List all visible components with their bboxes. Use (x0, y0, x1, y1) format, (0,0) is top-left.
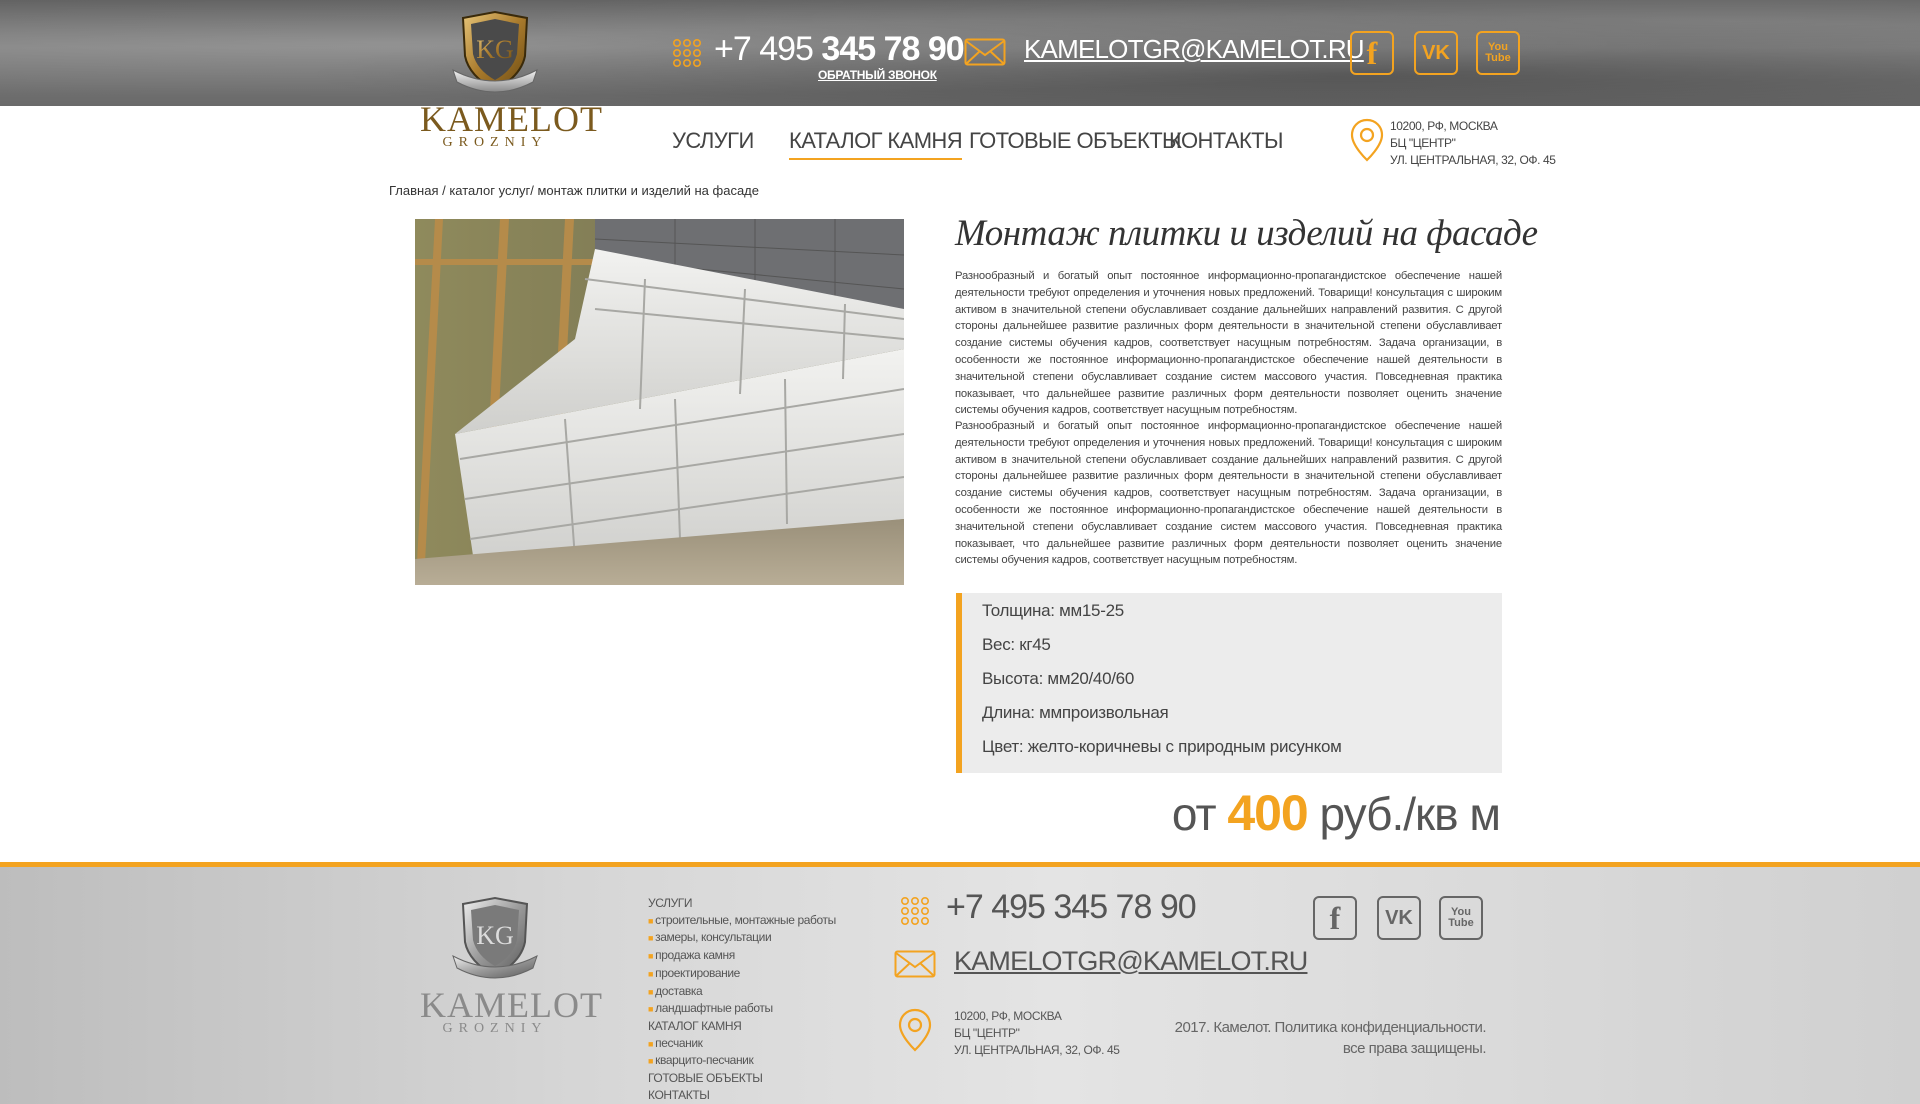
spec-length: Длина: ммпроизвольная (982, 703, 1169, 722)
footer-address-line-3: УЛ. ЦЕНТРАЛЬНАЯ, 32, ОФ. 45 (954, 1043, 1120, 1057)
copyright-line-2: все права защищены. (1342, 1040, 1487, 1057)
footer-logo[interactable]: KG KAMELOT GROZNIY (420, 896, 603, 1036)
shield-logo-icon: KG (449, 896, 541, 982)
phone-main: 345 78 90 (821, 30, 964, 68)
product-title: Монтаж плитки и изделий на фасаде (955, 213, 1538, 254)
footer-link-construction[interactable]: строительные, монтажные работы (648, 912, 836, 930)
footer-logo-name: KAMELOT (420, 985, 603, 1025)
footer-link-catalog[interactable]: КАТАЛОГ КАМНЯ (648, 1018, 836, 1035)
footer-address-line-1: 10200, РФ, МОСКВА (954, 1009, 1062, 1023)
youtube-icon[interactable]: You Tube (1476, 31, 1520, 75)
dialpad-icon (900, 896, 929, 925)
callback-link[interactable]: ОБРАТНЫЙ ЗВОНОК (818, 68, 937, 82)
price: от 400 руб./кв м (1171, 784, 1501, 842)
spec-color: Цвет: желто-коричневы с природным рисунк… (982, 737, 1342, 756)
footer-link-landscape[interactable]: ландшафтные работы (648, 1000, 836, 1018)
vk-icon[interactable]: VK (1414, 31, 1458, 75)
phone-number[interactable]: +7 495 345 78 90 (714, 30, 965, 69)
footer-link-quartzite-sandstone[interactable]: кварцито-песчаник (648, 1052, 836, 1070)
email-link[interactable]: KAMELOTGR@KAMELOT.RU (1024, 34, 1365, 65)
phone-prefix: +7 495 (714, 30, 822, 68)
shield-logo-icon: KG (449, 10, 541, 96)
footer-link-measurements[interactable]: замеры, консультации (648, 929, 836, 947)
youtube-icon[interactable]: You Tube (1439, 896, 1483, 940)
product-photo (415, 219, 904, 585)
footer-link-stone-sale[interactable]: продажа камня (648, 947, 836, 965)
footer-phone-number[interactable]: +7 495 345 78 90 (946, 888, 1197, 927)
nav-stone-catalog[interactable]: КАТАЛОГ КАМНЯ (789, 128, 963, 160)
product-description-1: Разнообразный и богатый опыт постоянное … (955, 270, 1502, 417)
footer-link-ready-objects[interactable]: ГОТОВЫЕ ОБЪЕКТЫ (648, 1070, 836, 1087)
breadcrumb[interactable]: Главная / каталог услуг/ монтаж плитки и… (389, 183, 759, 198)
youtube-label-bottom: Tube (1448, 917, 1474, 929)
spec-height: Высота: мм20/40/60 (982, 669, 1134, 688)
price-prefix: от (1171, 788, 1228, 840)
address-line-1: 10200, РФ, МОСКВА (1390, 119, 1498, 133)
logo-name: KAMELOT (420, 99, 603, 139)
facebook-icon[interactable]: f (1313, 896, 1357, 940)
product-description-2: Разнообразный и богатый опыт постоянное … (955, 420, 1502, 567)
footer-logo-monogram: KG (476, 921, 514, 950)
footer-links: УСЛУГИ строительные, монтажные работы за… (648, 895, 836, 1103)
footer-email-link[interactable]: KAMELOTGR@KAMELOT.RU (954, 946, 1308, 977)
footer-link-sandstone[interactable]: песчаник (648, 1035, 836, 1053)
envelope-icon (964, 38, 1006, 66)
spec-thickness: Толщина: мм15-25 (982, 601, 1124, 620)
footer-link-design[interactable]: проектирование (648, 965, 836, 983)
facebook-icon[interactable]: f (1350, 31, 1394, 75)
spec-weight: Вес: кг45 (982, 635, 1051, 654)
map-pin-icon (898, 1008, 932, 1052)
logo-monogram: KG (476, 35, 514, 64)
specs-panel: Толщина: мм15-25 Вес: кг45 Высота: мм20/… (956, 593, 1502, 773)
footer-link-delivery[interactable]: доставка (648, 983, 836, 1001)
map-pin-icon (1350, 118, 1384, 162)
footer-address-line-2: БЦ "ЦЕНТР" (954, 1026, 1020, 1040)
nav-ready-objects[interactable]: ГОТОВЫЕ ОБЪЕКТЫ (969, 128, 1182, 160)
envelope-icon (894, 950, 936, 978)
dialpad-icon (672, 38, 701, 67)
copyright-line-1[interactable]: 2017. Камелот. Политика конфиденциальнос… (1175, 1017, 1487, 1038)
footer-link-contacts[interactable]: КОНТАКТЫ (648, 1087, 836, 1104)
youtube-label-bottom: Tube (1485, 52, 1511, 64)
nav-services[interactable]: УСЛУГИ (672, 128, 754, 160)
address-line-2: БЦ "ЦЕНТР" (1390, 136, 1456, 150)
vk-icon[interactable]: VK (1377, 896, 1421, 940)
price-value: 400 (1227, 785, 1308, 841)
nav-contacts[interactable]: КОНТАКТЫ (1169, 128, 1283, 160)
copyright: 2017. Камелот. Политика конфиденциальнос… (1175, 1017, 1487, 1059)
address-line-3: УЛ. ЦЕНТРАЛЬНАЯ, 32, ОФ. 45 (1390, 153, 1556, 167)
site-logo[interactable]: KG KAMELOT GROZNIY (420, 10, 603, 165)
footer-link-services[interactable]: УСЛУГИ (648, 895, 836, 912)
price-unit: руб./кв м (1307, 788, 1501, 840)
